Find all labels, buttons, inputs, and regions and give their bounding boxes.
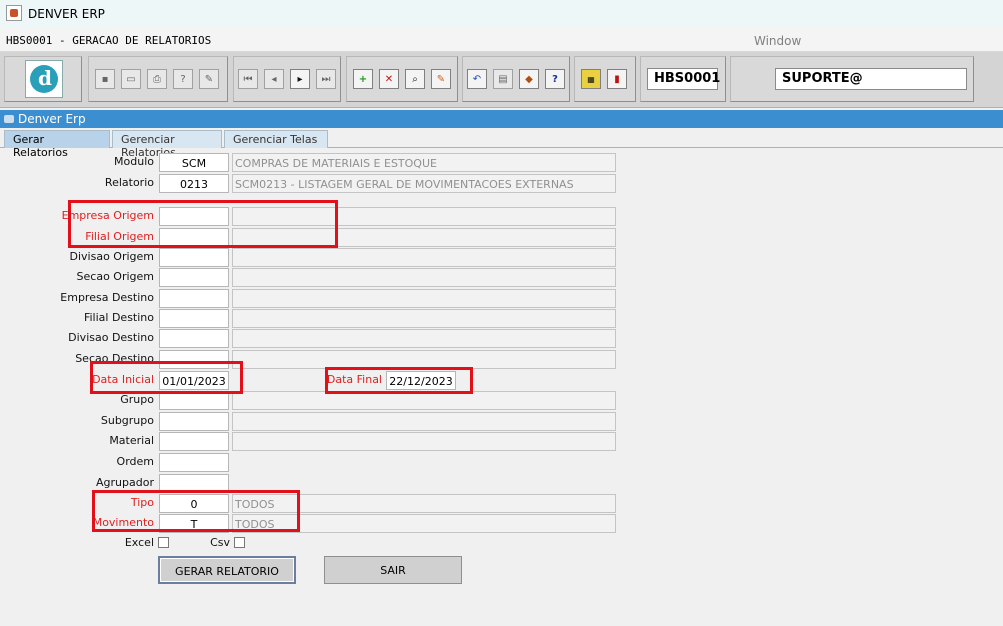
modulo-label: Modulo — [114, 155, 154, 168]
data-final-label: Data Final — [326, 373, 382, 386]
subgrupo-description — [232, 412, 616, 431]
movimento-label: Movimento — [92, 516, 154, 529]
filial-destino-label: Filial Destino — [83, 311, 154, 324]
empresa-destino-input[interactable] — [159, 289, 229, 308]
filial-origem-description — [232, 228, 616, 247]
secao-origem-input[interactable] — [159, 268, 229, 287]
tipo-input[interactable]: 0 — [159, 494, 229, 513]
empresa-destino-label: Empresa Destino — [60, 291, 154, 304]
toolbar-group-exit: ▦ ▮ — [574, 56, 636, 102]
movimento-input[interactable]: T — [159, 514, 229, 533]
material-input[interactable] — [159, 432, 229, 451]
tools-icon[interactable]: ✎ — [199, 69, 219, 89]
divisao-destino-description — [232, 329, 616, 348]
frame-icon — [4, 115, 14, 123]
help-query-icon[interactable]: ? — [173, 69, 193, 89]
empresa-origem-input[interactable] — [159, 207, 229, 226]
filial-origem-input[interactable] — [159, 228, 229, 247]
secao-destino-label: Secao Destino — [75, 352, 154, 365]
secao-origem-label: Secao Origem — [76, 270, 154, 283]
save-icon[interactable]: ▪ — [95, 69, 115, 89]
subgrupo-input[interactable] — [159, 412, 229, 431]
tab-bar: Gerar Relatorios Gerenciar Relatorios Ge… — [0, 128, 1003, 159]
relatorio-input[interactable]: 0213 — [159, 174, 229, 193]
first-record-icon[interactable]: ⏮ — [238, 69, 258, 89]
exit-door-icon[interactable]: ▮ — [607, 69, 627, 89]
execute-icon[interactable]: ◆ — [519, 69, 539, 89]
last-record-icon[interactable]: ⏭ — [316, 69, 336, 89]
screen-code-field: HBS0001 — [647, 68, 720, 90]
csv-label: Csv — [210, 536, 230, 549]
material-label: Material — [109, 434, 154, 447]
window-menu[interactable]: Window — [754, 34, 801, 48]
ordem-input[interactable] — [159, 453, 229, 472]
window-icon[interactable]: ▭ — [121, 69, 141, 89]
divisao-destino-label: Divisao Destino — [68, 331, 154, 344]
delete-record-icon[interactable]: ✕ — [379, 69, 399, 89]
empresa-destino-description — [232, 289, 616, 308]
tipo-description: TODOS — [232, 494, 616, 513]
tab-gerenciar-relatorios[interactable]: Gerenciar Relatorios — [112, 130, 222, 159]
undo-icon[interactable]: ↶ — [467, 69, 487, 89]
clipboard-icon[interactable]: ▤ — [493, 69, 513, 89]
movimento-description: TODOS — [232, 514, 616, 533]
frame-title-bar: Denver Erp — [0, 110, 1003, 128]
java-app-icon — [6, 5, 22, 21]
secao-destino-input[interactable] — [159, 350, 229, 369]
title-bar: DENVER ERP — [0, 0, 1003, 28]
user-field: SUPORTE@ — [775, 68, 967, 90]
modulo-input[interactable]: SCM — [159, 153, 229, 172]
grupo-label: Grupo — [120, 393, 154, 406]
empresa-origem-label: Empresa Origem — [61, 209, 154, 222]
data-inicial-input[interactable]: 01/01/2023 — [159, 371, 229, 390]
next-record-icon[interactable]: ▸ — [290, 69, 310, 89]
filial-destino-input[interactable] — [159, 309, 229, 328]
toolbar-group-actions: ↶ ▤ ◆ ? — [462, 56, 570, 102]
grupo-input[interactable] — [159, 391, 229, 410]
sair-button[interactable]: SAIR — [324, 556, 462, 584]
filial-destino-description — [232, 309, 616, 328]
empresa-origem-description — [232, 207, 616, 226]
help-icon[interactable]: ? — [545, 69, 565, 89]
window-title: DENVER ERP — [28, 7, 105, 21]
edit-pencil-icon[interactable]: ✎ — [431, 69, 451, 89]
data-final-input[interactable]: 22/12/2023 — [386, 371, 456, 390]
divisao-origem-description — [232, 248, 616, 267]
material-description — [232, 432, 616, 451]
tab-gerar-relatorios[interactable]: Gerar Relatorios — [4, 130, 110, 159]
grupo-description — [232, 391, 616, 410]
toolbar-group-edit: + ✕ ⌕ ✎ — [346, 56, 458, 102]
agrupador-input[interactable] — [159, 474, 229, 493]
search-record-icon[interactable]: ⌕ — [405, 69, 425, 89]
toolbar-group-file: ▪ ▭ ⎙ ? ✎ — [88, 56, 228, 102]
subgrupo-label: Subgrupo — [100, 414, 154, 427]
frame-title: Denver Erp — [18, 112, 86, 126]
divisao-origem-label: Divisao Origem — [69, 250, 155, 263]
modulo-description: COMPRAS DE MATERIAIS E ESTOQUE — [232, 153, 616, 172]
toolbar-group-navigation: ⏮ ◂ ▸ ⏭ — [233, 56, 341, 102]
screen-header: HBS0001 - GERACAO DE RELATORIOS Window — [0, 28, 1003, 52]
divisao-destino-input[interactable] — [159, 329, 229, 348]
agrupador-label: Agrupador — [96, 476, 154, 489]
secao-origem-description — [232, 268, 616, 287]
divisao-origem-input[interactable] — [159, 248, 229, 267]
gerar-relatorio-button[interactable]: GERAR RELATORIO — [158, 556, 296, 584]
relatorio-label: Relatorio — [104, 176, 154, 189]
denver-logo — [25, 60, 63, 98]
data-inicial-label: Data Inicial — [92, 373, 154, 386]
print-icon[interactable]: ⎙ — [147, 69, 167, 89]
csv-checkbox[interactable] — [234, 537, 245, 548]
menu-icon[interactable]: ▦ — [581, 69, 601, 89]
screen-title: HBS0001 - GERACAO DE RELATORIOS — [6, 34, 212, 47]
add-record-icon[interactable]: + — [353, 69, 373, 89]
previous-record-icon[interactable]: ◂ — [264, 69, 284, 89]
secao-destino-description — [232, 350, 616, 369]
tab-gerenciar-telas[interactable]: Gerenciar Telas — [224, 130, 328, 148]
filial-origem-label: Filial Origem — [85, 230, 154, 243]
relatorio-description: SCM0213 - LISTAGEM GERAL DE MOVIMENTACOE… — [232, 174, 616, 193]
ordem-label: Ordem — [116, 455, 154, 468]
tipo-label: Tipo — [130, 496, 154, 509]
